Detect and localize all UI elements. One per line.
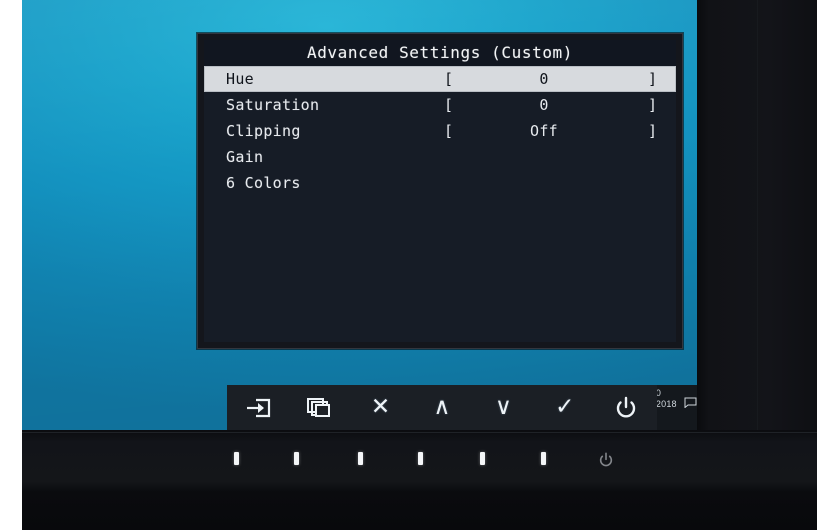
osd-row-label: Gain [226, 148, 264, 166]
osd-row-clipping[interactable]: Clipping [ Off ] [204, 118, 676, 144]
screenshot-stage: :40 3.2018 Advanced Settings (Custom) Hu… [0, 0, 840, 530]
osd-row-list: Hue [ 0 ] Saturation [ 0 ] Clipping [Of… [204, 66, 676, 196]
osd-row-value: Off [530, 122, 558, 140]
button-mark[interactable] [480, 452, 485, 465]
chat-bubble-icon[interactable] [684, 397, 697, 408]
osd-menu: Advanced Settings (Custom) Hue [ 0 ] Sat… [197, 33, 683, 349]
osd-panel: Advanced Settings (Custom) Hue [ 0 ] Sat… [204, 40, 676, 342]
physical-button-marks [22, 452, 697, 472]
bezel-bottom [22, 430, 817, 530]
osd-row-value: 0 [539, 70, 549, 88]
monitor-screen: :40 3.2018 Advanced Settings (Custom) Hu… [22, 0, 719, 430]
button-exit[interactable]: ✕ [350, 385, 411, 430]
osd-row-hue[interactable]: Hue [ 0 ] [204, 66, 676, 92]
chevron-down-icon: ∨ [494, 394, 512, 420]
picture-mode-icon [306, 397, 332, 419]
image-edge-left [0, 0, 22, 530]
image-edge-right [817, 0, 840, 530]
button-power[interactable] [596, 385, 657, 430]
power-icon [614, 396, 638, 420]
button-mark[interactable] [541, 452, 546, 465]
button-mark[interactable] [418, 452, 423, 465]
osd-row-label: Hue [226, 70, 254, 88]
button-enter[interactable]: ✓ [534, 385, 595, 430]
button-up[interactable]: ∧ [411, 385, 472, 430]
power-icon[interactable] [598, 452, 614, 468]
bracket-left: [ [444, 122, 454, 140]
bezel-right-seam [757, 0, 758, 440]
osd-row-saturation[interactable]: Saturation [ 0 ] [204, 92, 676, 118]
button-down[interactable]: ∨ [473, 385, 534, 430]
button-picture-mode[interactable] [288, 385, 349, 430]
bracket-right: ] [648, 70, 658, 88]
check-icon: ✓ [555, 394, 575, 420]
bracket-right: ] [648, 96, 658, 114]
osd-button-bar: ✕ ∧ ∨ ✓ [227, 385, 657, 430]
chevron-up-icon: ∧ [433, 394, 451, 420]
osd-row-label: 6 Colors [226, 174, 301, 192]
osd-row-6-colors[interactable]: 6 Colors [204, 170, 676, 196]
bracket-left: [ [444, 96, 454, 114]
osd-row-label: Saturation [226, 96, 320, 114]
close-icon: ✕ [370, 394, 391, 420]
osd-row-label: Clipping [226, 122, 301, 140]
input-signal-icon [245, 397, 271, 419]
osd-row-value: 0 [539, 96, 549, 114]
bezel-hairline [22, 432, 817, 433]
bracket-right: ] [648, 122, 658, 140]
button-input-signal[interactable] [227, 385, 288, 430]
button-mark[interactable] [358, 452, 363, 465]
button-mark[interactable] [234, 452, 239, 465]
bracket-left: [ [444, 70, 454, 88]
osd-row-gain[interactable]: Gain [204, 144, 676, 170]
button-mark[interactable] [294, 452, 299, 465]
osd-title: Advanced Settings (Custom) [204, 40, 676, 66]
